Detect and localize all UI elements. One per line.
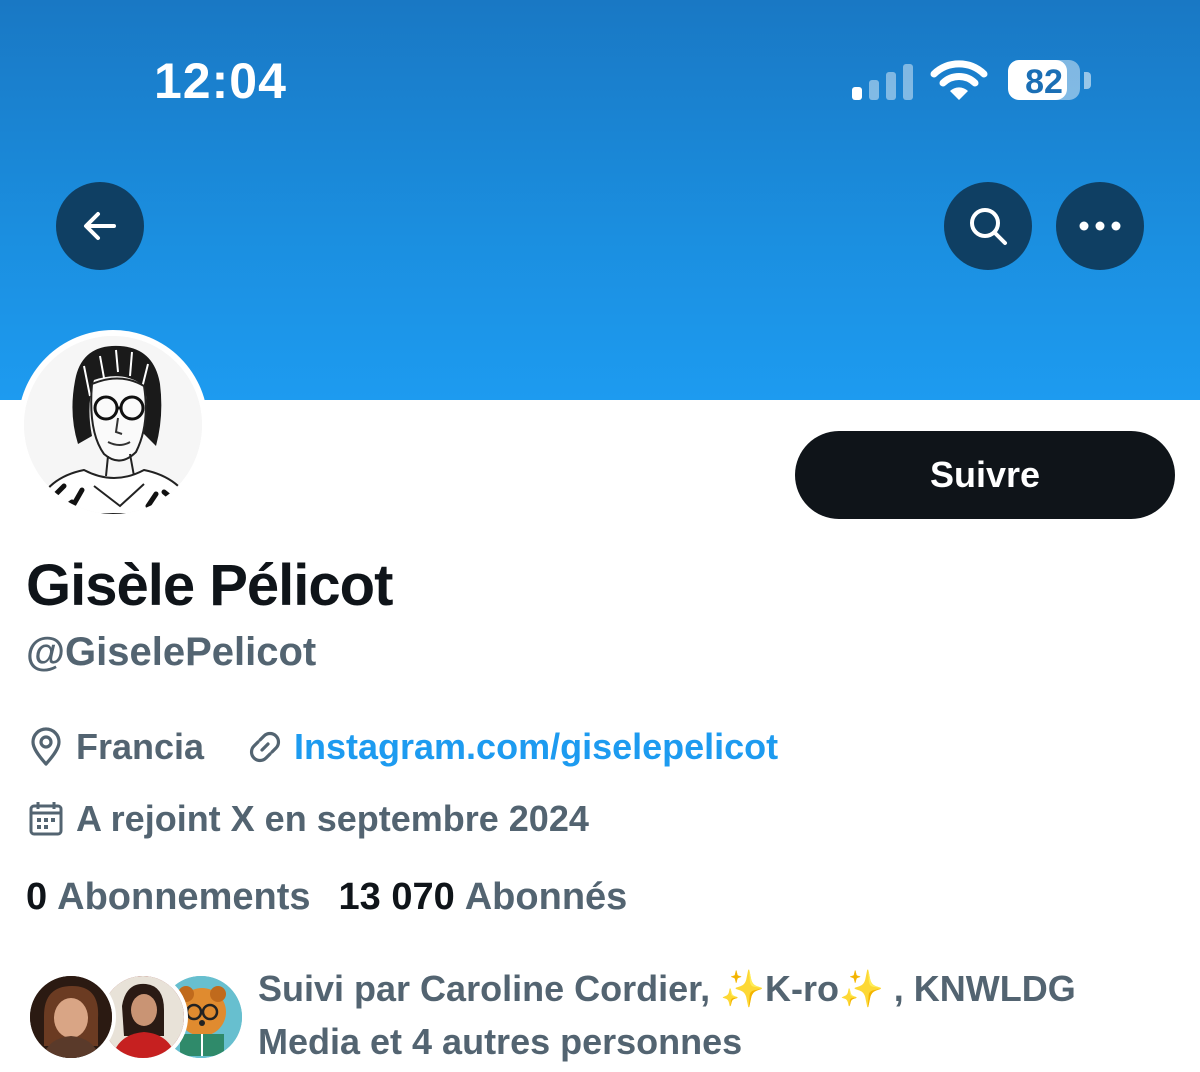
more-button[interactable]	[1056, 182, 1144, 270]
website-link[interactable]: Instagram.com/giselepelicot	[294, 726, 778, 768]
website-item[interactable]: Instagram.com/giselepelicot	[246, 726, 778, 768]
location-text: Francia	[76, 726, 205, 767]
wifi-icon	[930, 60, 988, 100]
search-button[interactable]	[944, 182, 1032, 270]
followers-stat[interactable]: 13 070 Abonnés	[339, 876, 628, 919]
link-icon	[249, 731, 281, 763]
followers-count: 13 070	[338, 876, 455, 918]
arrow-left-icon	[84, 212, 116, 240]
joined-text: A rejoint X en septembre 2024	[76, 798, 589, 839]
follower-avatar-1[interactable]	[26, 972, 116, 1062]
follow-button[interactable]: Suivre	[795, 431, 1175, 519]
cellular-signal-icon	[852, 62, 914, 100]
calendar-icon	[29, 802, 63, 836]
battery-icon: 82	[1008, 60, 1080, 100]
person-avatar	[30, 976, 112, 1058]
location-pin-icon	[31, 727, 61, 766]
status-time: 12:04	[154, 53, 287, 109]
avatar-illustration	[24, 336, 202, 514]
followers-label: Abonnés	[464, 876, 628, 918]
search-icon	[970, 208, 1007, 245]
following-count: 0	[26, 876, 48, 918]
following-label: Abonnements	[57, 876, 311, 918]
profile-avatar[interactable]	[24, 336, 202, 514]
battery-tip	[1084, 72, 1091, 89]
follow-stats: 0 Abonnements 13 070 Abonnés	[26, 876, 627, 919]
profile-avatar-frame	[18, 330, 208, 520]
followed-by-text[interactable]: Suivi par Caroline Cordier, ✨K-ro✨ , KNW…	[258, 962, 1158, 1068]
display-name: Gisèle Pélicot	[26, 553, 393, 618]
more-horizontal-icon	[1079, 221, 1121, 231]
back-button[interactable]	[56, 182, 144, 270]
joined-item: A rejoint X en septembre 2024	[28, 798, 589, 840]
following-stat[interactable]: 0 Abonnements	[26, 876, 311, 919]
location-item: Francia	[28, 726, 204, 768]
battery-percent: 82	[1025, 63, 1063, 100]
username-handle: @GiselePelicot	[26, 630, 317, 674]
